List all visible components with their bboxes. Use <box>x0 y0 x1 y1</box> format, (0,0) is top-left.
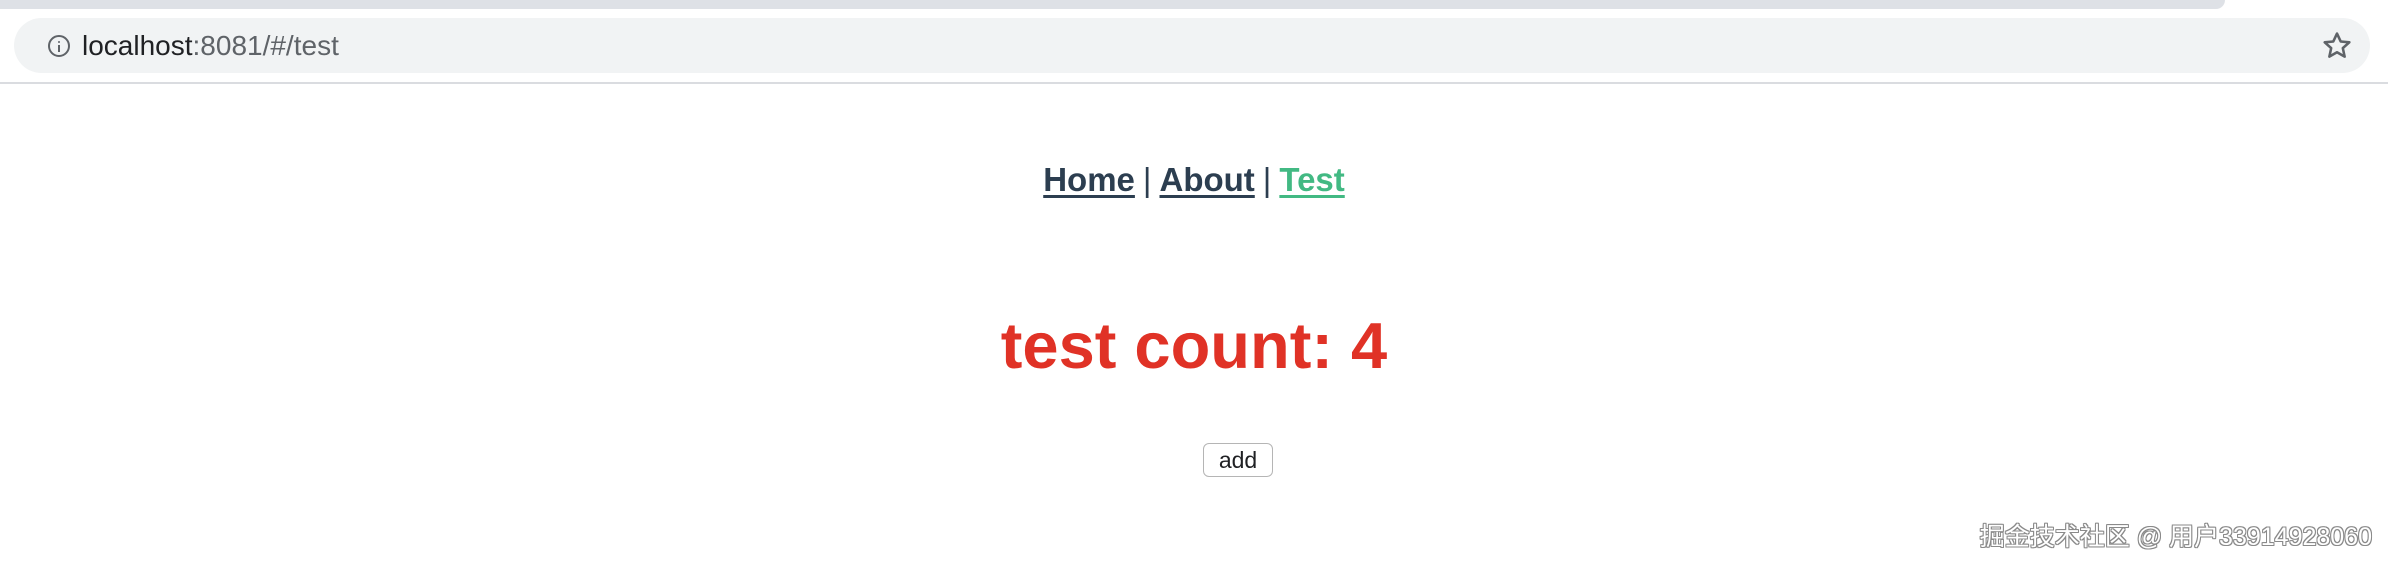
nav-link-about[interactable]: About <box>1159 161 1254 198</box>
star-icon[interactable] <box>2320 29 2354 63</box>
active-tab-edge[interactable] <box>0 0 2225 9</box>
page-content: Home | About | Test test count: 4 add 掘金技术社区… <box>0 84 2388 570</box>
nav-separator: | <box>1142 161 1152 198</box>
nav-link-home[interactable]: Home <box>1043 161 1135 198</box>
url-text[interactable]: localhost:8081/#/test <box>82 30 339 62</box>
url-path: :8081/#/test <box>192 30 339 61</box>
nav-bar: Home | About | Test <box>0 159 2388 201</box>
address-bar[interactable]: localhost:8081/#/test <box>14 18 2370 73</box>
info-icon[interactable] <box>48 35 70 57</box>
watermark: 掘金技术社区 @ 用户33914928060 <box>1979 523 2372 551</box>
url-host: localhost <box>82 30 193 61</box>
test-count-heading: test count: 4 <box>1000 309 1388 382</box>
add-button[interactable]: add <box>1203 443 1273 477</box>
nav-separator: | <box>1262 161 1272 198</box>
nav-link-test[interactable]: Test <box>1279 161 1344 198</box>
browser-toolbar: localhost:8081/#/test <box>0 10 2388 84</box>
tab-strip <box>0 0 2388 10</box>
